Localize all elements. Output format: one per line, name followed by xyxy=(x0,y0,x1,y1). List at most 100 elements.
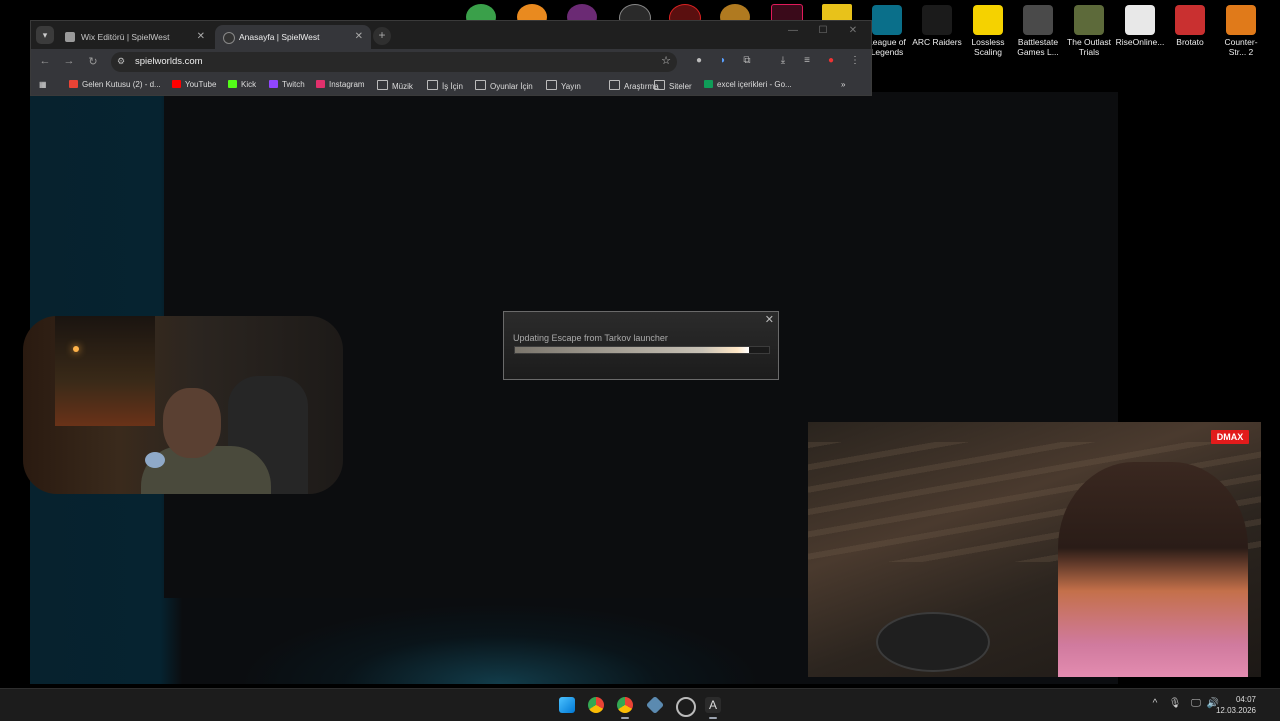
chrome-icon[interactable] xyxy=(588,697,604,713)
bookmark-label: Müzik xyxy=(392,82,413,91)
bookmark-item[interactable]: Araştırma xyxy=(609,80,659,91)
desktop-shortcut[interactable]: Battlestate Games L... xyxy=(1013,5,1063,57)
progress-bar xyxy=(514,346,770,354)
chrome-icon[interactable] xyxy=(617,697,633,719)
desktop-shortcut[interactable]: Lossless Scaling xyxy=(963,5,1013,57)
shortcut-icon xyxy=(973,5,1003,35)
back-icon[interactable]: ← xyxy=(37,55,53,67)
launcher-updater-dialog: ✕ Updating Escape from Tarkov launcher xyxy=(503,311,779,380)
folder-icon xyxy=(546,80,557,90)
clock-date: 12.03.2026 xyxy=(1215,706,1256,715)
clock[interactable]: 04:07 12.03.2026 xyxy=(1216,694,1256,716)
extension-icon[interactable]: ◗ xyxy=(717,55,729,67)
shortcut-icon xyxy=(1175,5,1205,35)
toolbar: ← → ↻ ⚙ spielworlds.com ☆ ● ◗ ⧉ ⤓ ≡ ● ⋮ xyxy=(31,49,871,75)
folder-icon xyxy=(377,80,388,90)
bookmark-label: Gelen Kutusu (2) - d... xyxy=(82,80,161,89)
desktop-shortcut[interactable]: Counter-Str... 2 xyxy=(1216,5,1266,57)
new-tab-button[interactable]: + xyxy=(373,27,391,45)
tarkov-launcher-icon[interactable]: A xyxy=(705,697,721,719)
desktop-shortcut[interactable]: Brotato xyxy=(1165,5,1215,47)
tab-wix-editor[interactable]: Wix Editörü | SpielWest ✕ xyxy=(57,25,213,49)
tab-anasayfa[interactable]: Anasayfa | SpielWest ✕ xyxy=(215,25,371,49)
apps-grid-icon[interactable]: ▦ xyxy=(39,80,47,89)
instagram-icon xyxy=(316,80,325,88)
network-icon[interactable]: 🖵 xyxy=(1189,698,1203,709)
extensions-puzzle-icon[interactable]: ⧉ xyxy=(741,55,753,67)
shortcut-icon xyxy=(872,5,902,35)
media-control-icon[interactable]: ≡ xyxy=(801,55,813,67)
bookmark-item[interactable]: Müzik xyxy=(377,80,413,91)
webcam-overlay xyxy=(23,316,343,494)
menu-icon[interactable]: ⋮ xyxy=(849,55,861,67)
bookmark-label: YouTube xyxy=(185,80,217,89)
shortcut-label: The Outlast Trials xyxy=(1067,37,1111,57)
bookmark-item[interactable]: Twitch xyxy=(269,80,305,89)
update-message: Updating Escape from Tarkov launcher xyxy=(513,333,668,343)
start-menu-icon[interactable] xyxy=(559,697,575,713)
close-window-icon[interactable]: ✕ xyxy=(843,25,863,36)
shortcut-label: Battlestate Games L... xyxy=(1017,37,1059,57)
app-icon[interactable] xyxy=(676,697,696,717)
maximize-icon[interactable]: ☐ xyxy=(813,25,833,36)
extension-icon[interactable]: ● xyxy=(693,55,705,67)
download-icon[interactable]: ⤓ xyxy=(777,55,789,67)
browser-window: ▾ Wix Editörü | SpielWest ✕ Anasayfa | S… xyxy=(30,20,872,96)
microphone-icon[interactable]: 🎙 xyxy=(1168,698,1182,709)
bookmark-item[interactable]: Yayın xyxy=(546,80,581,91)
app-icon[interactable] xyxy=(645,695,665,715)
youtube-icon xyxy=(172,80,181,88)
folder-icon xyxy=(654,80,665,90)
reload-icon[interactable]: ↻ xyxy=(85,55,101,68)
bookmark-item[interactable]: İş İçin xyxy=(427,80,463,91)
folder-icon xyxy=(475,80,486,90)
street-light xyxy=(73,346,79,352)
close-tab-icon[interactable]: ✕ xyxy=(197,25,205,49)
shortcut-label: Counter-Str... 2 xyxy=(1224,37,1258,57)
shortcut-icon xyxy=(1226,5,1256,35)
bookmark-item[interactable]: Kick xyxy=(228,80,256,89)
folder-icon xyxy=(427,80,438,90)
shortcut-label: RiseOnline... xyxy=(1115,37,1165,47)
kick-icon xyxy=(228,80,237,88)
show-hidden-icons-icon[interactable]: ^ xyxy=(1148,698,1162,709)
shortcut-label: Lossless Scaling xyxy=(971,37,1005,57)
shortcut-label: ARC Raiders xyxy=(912,37,962,47)
extension-icon[interactable]: ● xyxy=(825,55,837,67)
bookmark-star-icon[interactable]: ☆ xyxy=(661,54,671,67)
bookmark-item[interactable]: Oyunlar İçin xyxy=(475,80,533,91)
tab-search-button[interactable]: ▾ xyxy=(36,26,54,44)
tab-title: Wix Editörü | SpielWest xyxy=(81,32,170,42)
site-info-icon[interactable]: ⚙ xyxy=(117,56,129,68)
close-tab-icon[interactable]: ✕ xyxy=(355,25,363,49)
wix-favicon-icon xyxy=(65,32,75,42)
minimize-icon[interactable]: — xyxy=(783,25,803,36)
bookmark-item[interactable]: Gelen Kutusu (2) - d... xyxy=(69,80,161,89)
bookmark-item[interactable]: YouTube xyxy=(172,80,216,89)
forward-icon[interactable]: → xyxy=(61,55,77,67)
site-favicon-icon xyxy=(223,32,235,44)
bookmark-label: Oyunlar İçin xyxy=(490,82,533,91)
desktop-shortcut[interactable]: ARC Raiders xyxy=(912,5,962,47)
address-bar[interactable]: ⚙ spielworlds.com ☆ xyxy=(111,52,677,72)
bookmark-label: İş İçin xyxy=(442,82,463,91)
cooking-pot xyxy=(876,612,990,672)
sheets-icon xyxy=(704,80,713,88)
tab-bar: ▾ Wix Editörü | SpielWest ✕ Anasayfa | S… xyxy=(31,21,871,49)
shortcut-icon xyxy=(1023,5,1053,35)
bookmark-item[interactable]: Instagram xyxy=(316,80,365,89)
channel-logo: DMAX xyxy=(1211,430,1249,444)
video-overlay: DMAX xyxy=(808,422,1261,677)
desktop-shortcut[interactable]: RiseOnline... xyxy=(1115,5,1165,47)
url-text[interactable]: spielworlds.com xyxy=(135,56,203,67)
shortcut-icon xyxy=(1074,5,1104,35)
more-bookmarks-icon[interactable]: » xyxy=(841,80,845,89)
bookmark-label: excel içerikleri - Go... xyxy=(717,80,792,89)
window-background xyxy=(55,316,155,426)
bookmark-item[interactable]: Siteler xyxy=(654,80,692,91)
microphone xyxy=(145,452,165,468)
shortcut-label: Brotato xyxy=(1176,37,1204,47)
close-icon[interactable]: ✕ xyxy=(765,313,774,326)
desktop-shortcut[interactable]: The Outlast Trials xyxy=(1064,5,1114,57)
bookmark-item[interactable]: excel içerikleri - Go... xyxy=(704,80,792,89)
